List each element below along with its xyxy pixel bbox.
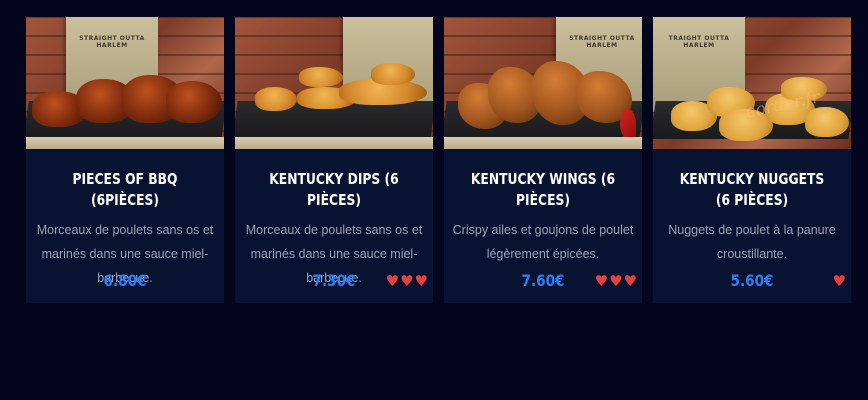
tray [235,137,433,149]
product-description: Nuggets de poulet à la panure croustilla… [668,223,836,261]
product-price: 5.60€ [730,271,774,290]
heart-icon: ♥ [414,272,429,290]
product-card-dips[interactable]: KENTUCKY DIPS (6 PIÈCES) Morceaux de pou… [235,17,433,303]
bag-label: TRAIGHT OUTTA HARLEM [668,35,730,49]
product-card-wings[interactable]: STRAIGHT OUTTA HARLEM KENTUCKY WINGS (6 … [444,17,642,303]
heart-icon: ♥ [385,272,401,290]
heart-icon: ♥ [832,272,847,290]
dip-piece [255,87,297,111]
product-footer: 5.60€ ♥ [653,269,851,293]
dip-piece [371,63,415,85]
bag-label: STRAIGHT OUTTA HARLEM [79,35,145,49]
product-footer: 7.30€ ♥♥♥ [235,269,433,293]
heart-icon: ♥ [623,272,638,290]
bbq-piece [166,81,222,123]
tray [444,137,642,149]
spice-rating: ♥♥♥ [386,269,429,293]
product-image-bbq[interactable]: STRAIGHT OUTTA HARLEM [26,17,224,149]
product-title: KENTUCKY DIPS (6 PIÈCES) [269,170,399,209]
spice-rating: ♥♥♥ [595,269,638,293]
heart-icon: ♥ [594,272,610,290]
heart-icon: ♥ [609,272,624,290]
product-footer: 7.60€ ♥♥♥ [444,269,642,293]
nugget [805,107,849,137]
product-footer: 6.80€ [26,269,224,293]
bag-label: STRAIGHT OUTTA HARLEM [569,35,635,49]
product-image-dips[interactable] [235,17,433,149]
product-grid: STRAIGHT OUTTA HARLEM PIECES OF BBQ (6PI… [26,17,851,303]
product-description: Crispy ailes et goujons de poulet légère… [452,223,634,261]
product-card-bbq[interactable]: STRAIGHT OUTTA HARLEM PIECES OF BBQ (6PI… [26,17,224,303]
product-title: KENTUCKY NUGGETS (6 PIÈCES) [679,170,825,209]
product-image-nuggets[interactable]: TRAIGHT OUTTA HARLEM eorder.fr [653,17,851,149]
product-card-nuggets[interactable]: TRAIGHT OUTTA HARLEM eorder.fr KENTUCKY … [653,17,851,303]
dip-piece [299,67,343,87]
tray [26,137,224,149]
product-price: 6.80€ [103,271,147,290]
spice-rating: ♥ [833,269,847,293]
chili-pepper [620,109,636,139]
product-title: KENTUCKY WINGS (6 PIÈCES) [470,170,616,209]
product-image-wings[interactable]: STRAIGHT OUTTA HARLEM [444,17,642,149]
heart-icon: ♥ [400,272,415,290]
product-title: PIECES OF BBQ (6PIÈCES) [72,170,178,209]
